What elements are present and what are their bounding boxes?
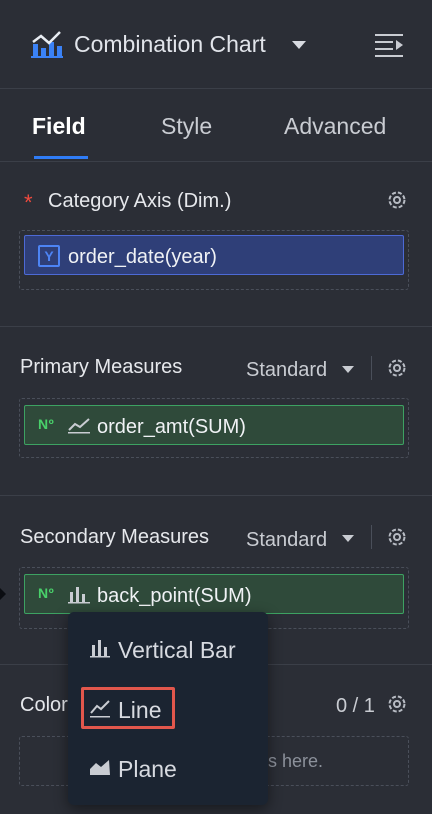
color-count: 0 / 1 xyxy=(336,695,375,717)
gear-icon[interactable] xyxy=(386,693,408,715)
divider xyxy=(371,525,372,549)
color-label: Color xyxy=(20,694,68,716)
chevron-down-icon[interactable] xyxy=(342,366,354,373)
primary-measures-label: Primary Measures xyxy=(20,356,183,378)
gear-icon[interactable] xyxy=(386,526,408,548)
bar-icon[interactable] xyxy=(67,584,91,604)
category-axis-label: Category Axis (Dim.) xyxy=(48,190,232,212)
chevron-down-icon[interactable] xyxy=(342,535,354,542)
dimension-field-name: order_date(year) xyxy=(68,246,217,268)
numeric-type-icon: Nº xyxy=(38,416,55,432)
required-mark: * xyxy=(24,190,33,215)
secondary-measures-label: Secondary Measures xyxy=(20,526,209,548)
divider xyxy=(371,356,372,380)
selection-highlight xyxy=(81,687,175,729)
vertical-bar-icon xyxy=(90,640,110,658)
active-tab-indicator xyxy=(34,156,88,159)
measure-field-name: order_amt(SUM) xyxy=(97,416,246,438)
section-divider xyxy=(0,326,432,327)
line-icon[interactable] xyxy=(67,416,91,434)
drag-pointer-icon xyxy=(0,588,6,600)
menu-item-vertical-bar[interactable]: Vertical Bar xyxy=(118,637,236,664)
section-divider xyxy=(0,495,432,496)
plane-icon xyxy=(90,760,110,775)
tab-advanced[interactable]: Advanced xyxy=(284,113,386,140)
line-chart-icon xyxy=(31,31,63,58)
secondary-mode-select[interactable]: Standard xyxy=(246,529,327,552)
measure-field-name: back_point(SUM) xyxy=(97,585,252,607)
calendar-year-icon: Y xyxy=(38,245,60,267)
collapse-menu-icon[interactable] xyxy=(374,32,404,58)
tab-field[interactable]: Field xyxy=(32,113,86,140)
numeric-type-icon: Nº xyxy=(38,585,55,601)
gear-icon[interactable] xyxy=(386,189,408,211)
tab-style[interactable]: Style xyxy=(161,113,212,140)
gear-icon[interactable] xyxy=(386,357,408,379)
primary-mode-select[interactable]: Standard xyxy=(246,359,327,382)
chart-type-title[interactable]: Combination Chart xyxy=(74,31,266,58)
menu-item-plane[interactable]: Plane xyxy=(118,756,177,783)
chevron-down-icon[interactable] xyxy=(292,41,306,49)
